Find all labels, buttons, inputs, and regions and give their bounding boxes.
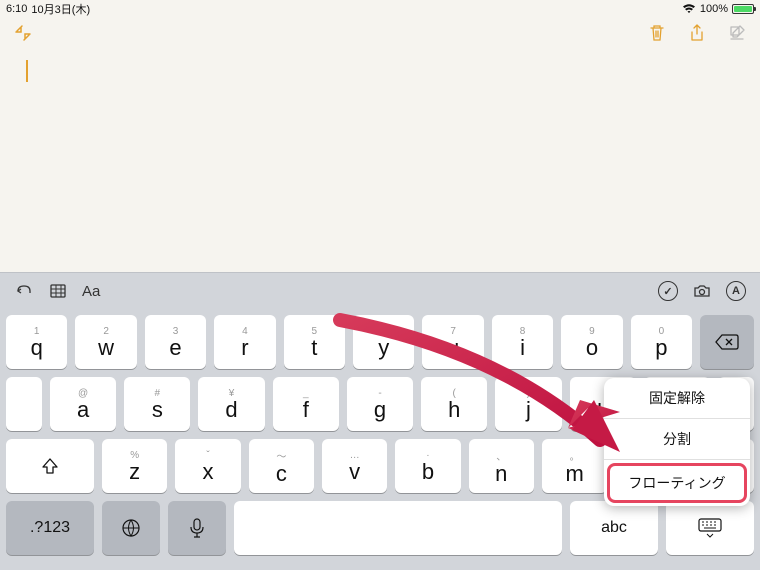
status-date: 10月3日(木) [31, 1, 90, 17]
keyboard-row-4: .?123 abc [6, 501, 754, 555]
key-m[interactable]: 。m [542, 439, 607, 493]
battery-pct: 100% [700, 3, 728, 15]
key-h[interactable]: (h [421, 377, 487, 431]
camera-icon[interactable] [692, 281, 712, 301]
key-mode-switch[interactable]: .?123 [6, 501, 94, 555]
trash-icon[interactable] [646, 22, 668, 44]
key-y[interactable]: 6y [353, 315, 414, 369]
key-z[interactable]: %z [102, 439, 167, 493]
text-cursor [26, 60, 28, 82]
keyboard-row-1: 1q 2w 3e 4r 5t 6y 7u 8i 9o 0p [6, 315, 754, 369]
key-abc[interactable]: abc [570, 501, 658, 555]
key-a[interactable]: @a [50, 377, 116, 431]
checklist-icon[interactable]: ✓ [658, 281, 678, 301]
popup-split[interactable]: 分割 [604, 419, 750, 460]
text-format-button[interactable]: Aa [82, 283, 100, 300]
key-p[interactable]: 0p [631, 315, 692, 369]
key-dismiss-keyboard[interactable] [666, 501, 754, 555]
key-d[interactable]: ¥d [198, 377, 264, 431]
key-globe[interactable] [102, 501, 160, 555]
key-s[interactable]: #s [124, 377, 190, 431]
key-u[interactable]: 7u [422, 315, 483, 369]
key-b[interactable]: ·b [395, 439, 460, 493]
popup-floating[interactable]: フローティング [607, 463, 747, 503]
wifi-icon [682, 4, 696, 14]
key-i[interactable]: 8i [492, 315, 553, 369]
keyboard-toolbar: Aa ✓ A [0, 273, 760, 309]
key-w[interactable]: 2w [75, 315, 136, 369]
key-e[interactable]: 3e [145, 315, 206, 369]
nav-bar [0, 18, 760, 48]
key-x[interactable]: ˇx [175, 439, 240, 493]
key-o[interactable]: 9o [561, 315, 622, 369]
undo-icon[interactable] [14, 281, 34, 301]
note-body[interactable] [0, 48, 760, 272]
key-r[interactable]: 4r [214, 315, 275, 369]
key-mic[interactable] [168, 501, 226, 555]
key-space[interactable] [234, 501, 562, 555]
key-tab[interactable] [6, 377, 42, 431]
collapse-icon[interactable] [12, 22, 34, 44]
key-n[interactable]: 、n [469, 439, 534, 493]
key-backspace[interactable] [700, 315, 754, 369]
key-f[interactable]: _f [273, 377, 339, 431]
share-icon[interactable] [686, 22, 708, 44]
key-c[interactable]: 〜c [249, 439, 314, 493]
compose-icon[interactable] [726, 22, 748, 44]
key-q[interactable]: 1q [6, 315, 67, 369]
status-bar: 6:10 10月3日(木) 100% [0, 0, 760, 18]
key-g[interactable]: -g [347, 377, 413, 431]
key-t[interactable]: 5t [284, 315, 345, 369]
status-time: 6:10 [6, 3, 27, 15]
popup-undock[interactable]: 固定解除 [604, 378, 750, 419]
keyboard-popup-menu: 固定解除 分割 フローティング [604, 378, 750, 506]
markup-icon[interactable]: A [726, 281, 746, 301]
battery-icon [732, 4, 754, 14]
key-shift[interactable] [6, 439, 94, 493]
key-j[interactable]: )j [495, 377, 561, 431]
key-v[interactable]: …v [322, 439, 387, 493]
table-icon[interactable] [48, 281, 68, 301]
